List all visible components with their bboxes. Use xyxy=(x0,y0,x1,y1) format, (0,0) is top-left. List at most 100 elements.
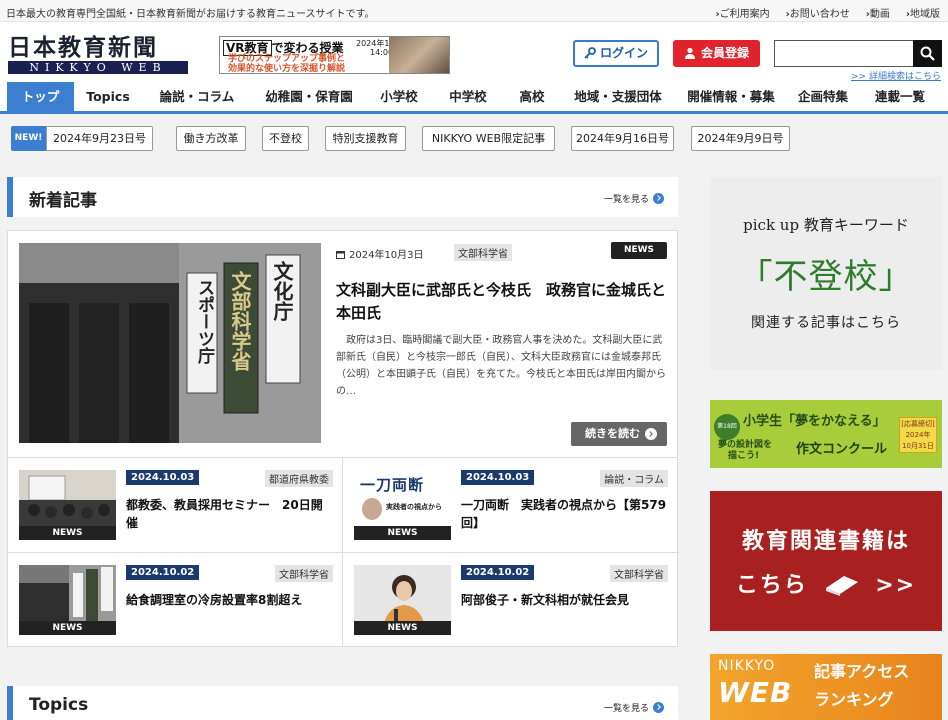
essay-contest-banner[interactable]: 第18回 小学生「夢をかなえる」 夢の設計図を 描こう! 作文コンクール [応募… xyxy=(710,400,942,468)
nav-editorial[interactable]: 論説・コラム xyxy=(142,82,252,111)
featured-category[interactable]: 文部科学省 xyxy=(454,244,512,261)
login-label: ログイン xyxy=(599,46,648,60)
nav-topics[interactable]: Topics xyxy=(74,82,142,111)
keyword-chip-futoko[interactable]: 不登校 xyxy=(262,126,309,151)
login-button[interactable]: ログイン xyxy=(573,40,659,67)
article-news-tag: NEWS xyxy=(19,621,116,635)
article-thumbnail: NEWS xyxy=(19,470,116,540)
article-thumbnail: NEWS xyxy=(19,565,116,635)
sign-sports: スポーツ庁 xyxy=(194,279,214,364)
keyword-chip-web-limited[interactable]: NIKKYO WEB限定記事 xyxy=(422,126,555,151)
keyword-chip-workstyle[interactable]: 働き方改革 xyxy=(176,126,246,151)
books-arrows: >> xyxy=(875,573,917,598)
article-card[interactable]: NEWS 2024.10.02 文部科学省 給食調理室の冷房設置率8割超え xyxy=(8,553,342,647)
article-category[interactable]: 都道府県教委 xyxy=(265,470,333,487)
site-logo[interactable]: 日本教育新聞 NIKKYO WEB xyxy=(8,36,190,74)
author-photo xyxy=(362,498,382,520)
issue-chip-0923[interactable]: 2024年9月23日号 xyxy=(46,126,153,151)
article-card[interactable]: 一刀両断 実践者の視点から NEWS 2024.10.03 論説・コラム 一刀両… xyxy=(343,458,677,552)
article-category[interactable]: 文部科学省 xyxy=(610,565,668,582)
nav-regional[interactable]: 地域・支援団体 xyxy=(560,82,676,111)
article-title[interactable]: 都教委、教員採用セミナー 20日開催 xyxy=(126,496,332,532)
top-strip: 日本最大の教育専門全国紙・日本教育新聞がお届けする教育ニュースサイトです。 ご利… xyxy=(0,0,948,22)
register-button[interactable]: 会員登録 xyxy=(673,40,760,67)
logo-kanji: 日本教育新聞 xyxy=(8,34,158,61)
link-video[interactable]: 動画 xyxy=(866,5,890,20)
featured-image: スポーツ庁 文部科学省 文化庁 xyxy=(19,243,321,443)
main-nav: トップ Topics 論説・コラム 幼稚園・保育園 小学校 中学校 高校 地域・… xyxy=(0,82,948,114)
books-here: こちら xyxy=(735,573,808,598)
education-books-banner[interactable]: 教育関連書籍は こちら >> xyxy=(710,491,942,631)
contest-round-badge: 第18回 xyxy=(714,414,740,440)
key-icon xyxy=(584,44,596,67)
pickup-label: pick up 教育キーワード xyxy=(743,216,909,234)
nav-high-school[interactable]: 高校 xyxy=(504,82,560,111)
advanced-search-link[interactable]: >> 詳細検索はこちら xyxy=(851,69,941,82)
book-icon xyxy=(822,572,862,602)
article-date: 2024.10.02 xyxy=(461,565,535,580)
nav-top[interactable]: トップ xyxy=(7,82,74,111)
link-contact[interactable]: お問い合わせ xyxy=(786,5,850,20)
latest-more-label: 一覧を見る xyxy=(603,195,649,205)
article-date: 2024.10.03 xyxy=(461,470,535,485)
search-button[interactable] xyxy=(913,40,942,67)
banner-sub-line2: 効果的な使い方を深掘り解説 xyxy=(228,64,346,74)
issue-chip-0909[interactable]: 2024年9月9日号 xyxy=(691,126,790,151)
ranking-web: WEB xyxy=(718,676,793,709)
nav-events[interactable]: 開催情報・募集 xyxy=(676,82,786,111)
books-line2: こちら >> xyxy=(710,567,942,602)
topics-more-label: 一覧を見る xyxy=(603,704,649,714)
nav-series[interactable]: 連載一覧 xyxy=(860,82,940,111)
contest-name: 作文コンクール xyxy=(796,442,888,457)
article-title[interactable]: 阿部俊子・新文科相が就任会見 xyxy=(461,591,667,609)
vr-education-banner[interactable]: VR教育で変わる授業 2024年10月26日(土) 14:00配信 学びのステッ… xyxy=(219,36,450,74)
article-grid: NEWS 2024.10.03 都道府県教委 都教委、教員採用セミナー 20日開… xyxy=(7,458,679,647)
article-category[interactable]: 文部科学省 xyxy=(275,565,333,582)
ranking-line2: ランキング xyxy=(814,690,894,709)
ranking-nikkyo: NIKKYO xyxy=(718,658,776,674)
calendar-icon xyxy=(336,250,345,262)
read-more-button[interactable]: 続きを読む xyxy=(571,422,667,446)
nav-kindergarten[interactable]: 幼稚園・保育園 xyxy=(252,82,366,111)
issue-chip-0916[interactable]: 2024年9月16日号 xyxy=(571,126,674,151)
user-icon xyxy=(684,42,696,69)
pickup-keyword-banner[interactable]: pick up 教育キーワード 「不登校」 関連する記事はこちら xyxy=(710,177,942,370)
banner-sub-line1: 学びのステップアップ事例と xyxy=(228,54,346,64)
thumb-column-title: 一刀両断 xyxy=(360,476,425,494)
link-guide[interactable]: ご利用案内 xyxy=(716,5,770,20)
deadline-year: 2024年 xyxy=(905,431,931,439)
article-title[interactable]: 給食調理室の冷房設置率8割超え xyxy=(126,591,332,609)
featured-article[interactable]: スポーツ庁 文部科学省 文化庁 2024年10月3日 文部科学省 NEWS 文科… xyxy=(7,230,678,458)
nav-junior-high[interactable]: 中学校 xyxy=(432,82,504,111)
article-card[interactable]: NEWS 2024.10.02 文部科学省 阿部俊子・新文科相が就任会見 xyxy=(343,553,677,647)
topics-title: Topics xyxy=(29,695,89,715)
latest-section-header: 新着記事 一覧を見る xyxy=(7,177,678,217)
ranking-line1: 記事アクセス xyxy=(814,662,910,681)
link-regional[interactable]: 地域版 xyxy=(906,5,940,20)
arrow-circle-icon xyxy=(645,428,657,440)
new-badge: NEW! xyxy=(11,126,46,151)
article-title[interactable]: 一刀両断 実践者の視点から【第579回】 xyxy=(461,496,667,532)
nav-features[interactable]: 企画特集 xyxy=(786,82,860,111)
deadline-label: [応募締切] xyxy=(901,420,935,428)
article-thumbnail: NEWS xyxy=(354,565,451,635)
topics-more-link[interactable]: 一覧を見る xyxy=(604,701,664,714)
logo-roman: NIKKYO WEB xyxy=(8,61,188,74)
contest-title: 小学生「夢をかなえる」 xyxy=(743,414,886,429)
article-category[interactable]: 論説・コラム xyxy=(600,470,668,487)
access-ranking-banner[interactable]: NIKKYO WEB 記事アクセス ランキング xyxy=(710,654,942,720)
thumb-column-sub: 実践者の視点から xyxy=(386,503,442,511)
issue-bar: NEW! 2024年9月23日号 働き方改革 不登校 特別支援教育 NIKKYO… xyxy=(0,117,948,161)
nav-elementary[interactable]: 小学校 xyxy=(366,82,432,111)
keyword-chip-special-support[interactable]: 特別支援教育 xyxy=(325,126,406,151)
banner-subtitle: 学びのステップアップ事例と 効果的な使い方を深掘り解説 xyxy=(228,54,346,74)
article-news-tag: NEWS xyxy=(354,526,451,540)
latest-title: 新着記事 xyxy=(29,191,97,211)
register-label: 会員登録 xyxy=(700,46,749,60)
featured-title[interactable]: 文科副大臣に武部氏と今枝氏 政務官に金城氏と本田氏 xyxy=(336,279,666,325)
search-input[interactable] xyxy=(774,40,914,67)
latest-more-link[interactable]: 一覧を見る xyxy=(604,192,664,205)
article-news-tag: NEWS xyxy=(354,621,451,635)
featured-date: 2024年10月3日 xyxy=(336,246,424,262)
article-card[interactable]: NEWS 2024.10.03 都道府県教委 都教委、教員採用セミナー 20日開… xyxy=(8,458,342,552)
